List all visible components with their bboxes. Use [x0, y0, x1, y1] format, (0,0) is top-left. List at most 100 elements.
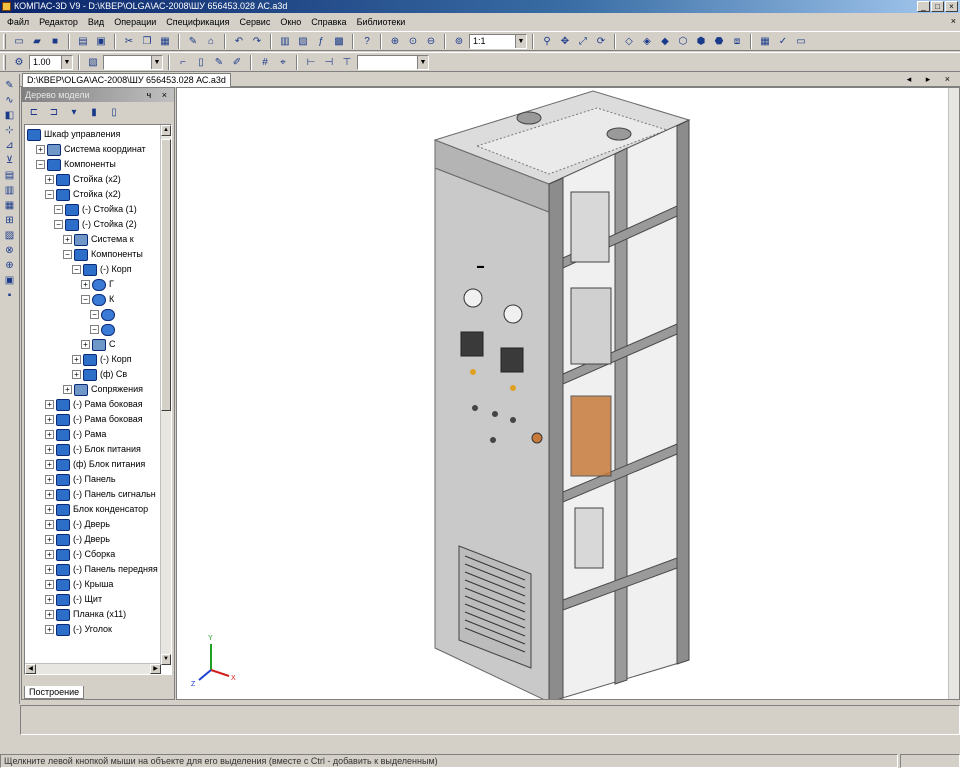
- tree-item[interactable]: + (-) Панель передняя: [45, 562, 158, 577]
- menu-edit[interactable]: Редактор: [34, 14, 83, 30]
- cabinet-model-render[interactable]: ▬ Y X Z: [177, 88, 949, 699]
- toolbar-grip[interactable]: [3, 54, 6, 70]
- tree-item[interactable]: + Блок конденсатор: [45, 502, 148, 517]
- line-width-select[interactable]: 1.00 ▼: [29, 54, 73, 70]
- expand-icon[interactable]: +: [45, 475, 54, 484]
- manager-icon[interactable]: ▥: [277, 33, 293, 49]
- properties-icon[interactable]: ✎: [185, 33, 201, 49]
- expand-icon[interactable]: +: [45, 430, 54, 439]
- spatial-curves-icon[interactable]: ∿: [3, 95, 17, 107]
- collapse-icon[interactable]: −: [54, 220, 63, 229]
- menu-file[interactable]: Файл: [2, 14, 34, 30]
- menu-window[interactable]: Окно: [275, 14, 306, 30]
- expand-icon[interactable]: +: [45, 175, 54, 184]
- tree-item[interactable]: + Система к: [63, 232, 134, 247]
- save-icon[interactable]: ■: [47, 33, 63, 49]
- collapse-icon[interactable]: −: [45, 190, 54, 199]
- coordinate-field[interactable]: ▼: [357, 54, 429, 70]
- tree-item[interactable]: + (ф) Св: [72, 367, 127, 382]
- scroll-down-icon[interactable]: ▼: [161, 654, 171, 665]
- expand-icon[interactable]: +: [45, 550, 54, 559]
- chevron-down-icon[interactable]: ▼: [417, 55, 428, 69]
- viewport-scrollbar[interactable]: [948, 88, 959, 699]
- edit-component-icon[interactable]: ✐: [229, 54, 245, 70]
- no-hidden-icon[interactable]: ⬡: [675, 33, 691, 49]
- tree-item[interactable]: + (ф) Блок питания: [45, 457, 145, 472]
- arrays-icon[interactable]: ⊞: [3, 215, 17, 227]
- menu-operations[interactable]: Операции: [109, 14, 161, 30]
- layer-icon[interactable]: ▧: [85, 54, 101, 70]
- tree-item[interactable]: + (-) Крыша: [45, 577, 113, 592]
- section-icon[interactable]: ▦: [757, 33, 773, 49]
- zoom-window-icon[interactable]: ⊙: [405, 33, 421, 49]
- tree-item[interactable]: + С: [81, 337, 116, 352]
- collapse-icon[interactable]: −: [81, 295, 90, 304]
- scroll-up-icon[interactable]: ▲: [161, 125, 171, 136]
- collapse-icon[interactable]: −: [90, 310, 99, 319]
- redo-icon[interactable]: ↷: [249, 33, 265, 49]
- menu-help[interactable]: Справка: [306, 14, 351, 30]
- halftone-edges-icon[interactable]: ⬣: [711, 33, 727, 49]
- expand-icon[interactable]: +: [81, 340, 90, 349]
- tree-item[interactable]: Шкаф управления: [27, 127, 120, 142]
- tree-item[interactable]: + (-) Корп: [72, 352, 132, 367]
- expand-icon[interactable]: +: [45, 400, 54, 409]
- tree-vertical-scrollbar[interactable]: ▲ ▼: [160, 125, 171, 665]
- mates-icon[interactable]: ⊗: [3, 245, 17, 257]
- tree-item[interactable]: + Система координат: [36, 142, 146, 157]
- chevron-down-icon[interactable]: ▼: [61, 55, 72, 69]
- close-button[interactable]: ×: [945, 1, 958, 12]
- cut-icon[interactable]: ✂: [121, 33, 137, 49]
- tree-structure-icon[interactable]: ⊐: [46, 104, 62, 120]
- document-close-button[interactable]: ×: [951, 16, 956, 26]
- collapse-icon[interactable]: −: [54, 205, 63, 214]
- library-icon[interactable]: ▧: [295, 33, 311, 49]
- expand-icon[interactable]: +: [36, 145, 45, 154]
- help-cursor-icon[interactable]: ?: [359, 33, 375, 49]
- expand-icon[interactable]: +: [45, 460, 54, 469]
- component-tools-icon[interactable]: ⊕: [3, 260, 17, 272]
- tree-item[interactable]: −: [90, 322, 118, 337]
- expand-icon[interactable]: +: [45, 505, 54, 514]
- specification-icon[interactable]: ▤: [3, 170, 17, 182]
- expand-icon[interactable]: +: [45, 625, 54, 634]
- toolbar-grip[interactable]: [3, 33, 6, 49]
- tree-item[interactable]: − (-) Стойка (2): [54, 217, 137, 232]
- scrollbar-thumb[interactable]: [161, 139, 171, 411]
- halftone-icon[interactable]: ⬢: [693, 33, 709, 49]
- tree-item[interactable]: + Г: [81, 277, 114, 292]
- scroll-left-icon[interactable]: ◀: [25, 664, 36, 674]
- tree-item[interactable]: + (-) Панель: [45, 472, 116, 487]
- sketch-icon[interactable]: ⌐: [175, 54, 191, 70]
- expand-icon[interactable]: +: [63, 385, 72, 394]
- tree-item[interactable]: − К: [81, 292, 114, 307]
- coordinate-icon[interactable]: ⊢: [303, 54, 319, 70]
- tree-item[interactable]: − Компоненты: [63, 247, 143, 262]
- tree-item[interactable]: − Компоненты: [36, 157, 116, 172]
- collapse-icon[interactable]: −: [72, 265, 81, 274]
- expand-icon[interactable]: +: [72, 355, 81, 364]
- line-style-icon[interactable]: ⚙: [11, 54, 27, 70]
- sheet-metal-icon[interactable]: ▨: [3, 230, 17, 242]
- maximize-button[interactable]: □: [931, 1, 944, 12]
- zoom-scale-icon[interactable]: ⊚: [451, 33, 467, 49]
- collapse-icon[interactable]: −: [63, 250, 72, 259]
- chevron-down-icon[interactable]: ▾: [66, 104, 82, 120]
- expand-icon[interactable]: +: [81, 280, 90, 289]
- menu-view[interactable]: Вид: [83, 14, 109, 30]
- edit-part-icon[interactable]: ✎: [211, 54, 227, 70]
- step-icon[interactable]: ⊣: [321, 54, 337, 70]
- undo-icon[interactable]: ↶: [231, 33, 247, 49]
- tree-view-icon[interactable]: ⊏: [26, 104, 42, 120]
- perspective-icon[interactable]: ⧈: [729, 33, 745, 49]
- print-preview-icon[interactable]: ▣: [93, 33, 109, 49]
- print-icon[interactable]: ▤: [75, 33, 91, 49]
- tree-item[interactable]: + (-) Уголок: [45, 622, 112, 637]
- calculator-icon[interactable]: ▩: [331, 33, 347, 49]
- collapse-icon[interactable]: −: [36, 160, 45, 169]
- surfaces-icon[interactable]: ◧: [3, 110, 17, 122]
- zoom-scale-select[interactable]: 1:1 ▼: [469, 33, 527, 49]
- tree-settings-icon[interactable]: ▯: [106, 104, 122, 120]
- expand-icon[interactable]: +: [45, 535, 54, 544]
- tree-item[interactable]: − (-) Стойка (1): [54, 202, 137, 217]
